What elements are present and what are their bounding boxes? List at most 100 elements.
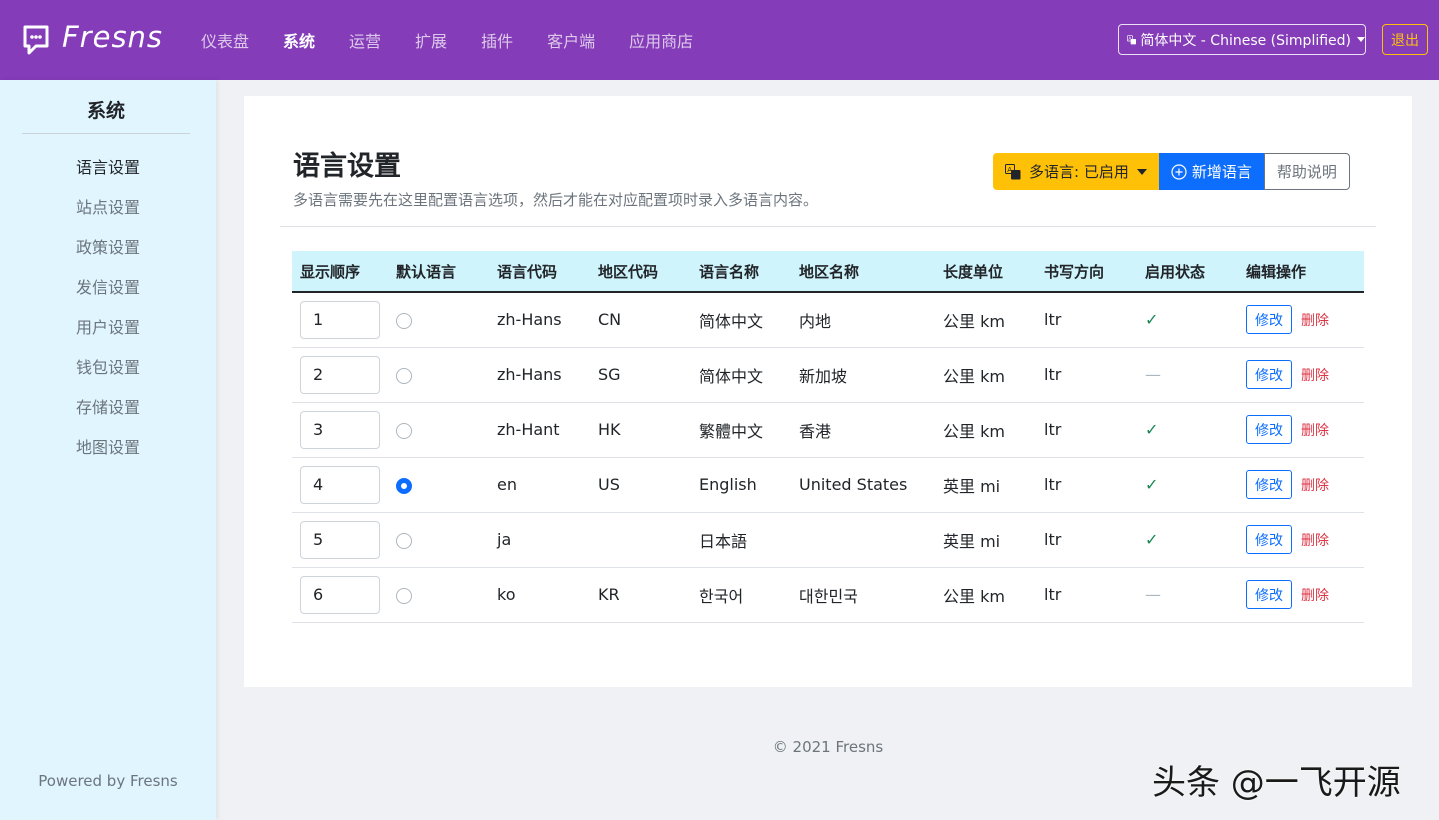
display-order-input[interactable]: 5 <box>300 520 380 559</box>
table-row: 3 zh-Hant HK 繁體中文 香港 公里 km ltr ✓ 修改 删除 <box>292 402 1364 458</box>
nav-clients[interactable]: 客户端 <box>547 28 595 52</box>
actions-cell: 修改 删除 <box>1238 567 1364 623</box>
sidebar-item-policy[interactable]: 政策设置 <box>0 235 216 275</box>
nav-plugins[interactable]: 插件 <box>481 28 513 52</box>
footer-copyright: © 2021 Fresns <box>772 738 884 756</box>
status-cell: ✓ <box>1137 402 1238 458</box>
default-language-radio[interactable] <box>396 367 412 384</box>
sidebar-item-site[interactable]: 站点设置 <box>0 195 216 235</box>
display-order-input[interactable]: 3 <box>300 410 380 449</box>
nav-dashboard[interactable]: 仪表盘 <box>201 28 249 52</box>
nav-extension[interactable]: 扩展 <box>415 28 447 52</box>
language-code-cell: ja <box>489 512 590 568</box>
check-icon: ✓ <box>1145 420 1159 439</box>
display-order-value: 5 <box>313 530 324 549</box>
sidebar-item-language[interactable]: 语言设置 <box>0 155 216 195</box>
language-select[interactable]: A 简体中文 - Chinese (Simplified) <box>1118 24 1366 55</box>
length-unit-cell: 公里 km <box>935 402 1036 458</box>
length-unit-cell: 公里 km <box>935 347 1036 403</box>
edit-button[interactable]: 修改 <box>1246 305 1292 335</box>
default-language-radio[interactable] <box>396 422 412 439</box>
delete-button[interactable]: 删除 <box>1301 533 1329 549</box>
svg-text:A: A <box>1128 36 1131 41</box>
edit-button[interactable]: 修改 <box>1246 580 1292 609</box>
default-language-radio[interactable] <box>396 532 412 549</box>
language-select-label: 简体中文 - Chinese (Simplified) <box>1140 32 1351 49</box>
action-button-group: A 多语言: 已启用 新增语言 帮助说明 <box>993 153 1350 190</box>
column-header: 显示顺序 <box>292 251 388 293</box>
check-icon: ✓ <box>1145 475 1159 494</box>
order-cell: 3 <box>292 402 388 458</box>
edit-button[interactable]: 修改 <box>1246 525 1292 554</box>
sidebar-item-wallet[interactable]: 钱包设置 <box>0 355 216 395</box>
default-cell <box>388 292 489 348</box>
language-code-cell: zh-Hant <box>489 402 590 458</box>
delete-button[interactable]: 删除 <box>1301 368 1329 384</box>
area-name-cell: 内地 <box>791 292 935 348</box>
order-cell: 4 <box>292 457 388 513</box>
sidebar: 系统 语言设置 站点设置 政策设置 发信设置 用户设置 钱包设置 存储设置 地图… <box>0 80 216 820</box>
writing-direction-cell: ltr <box>1036 457 1137 513</box>
edit-button[interactable]: 修改 <box>1246 360 1292 389</box>
language-code-cell: zh-Hans <box>489 292 590 348</box>
display-order-value: 3 <box>313 420 324 439</box>
display-order-input[interactable]: 2 <box>300 355 380 394</box>
page-title: 语言设置 <box>293 151 401 182</box>
column-header: 长度单位 <box>935 251 1036 293</box>
actions-cell: 修改 删除 <box>1238 292 1364 348</box>
multi-language-dropdown-button[interactable]: A 多语言: 已启用 <box>993 153 1159 190</box>
sidebar-item-user[interactable]: 用户设置 <box>0 315 216 355</box>
svg-text:A: A <box>1007 166 1012 174</box>
sidebar-item-map[interactable]: 地图设置 <box>0 435 216 475</box>
language-name-cell: 繁體中文 <box>691 402 791 458</box>
default-cell <box>388 512 489 568</box>
powered-by-text: Powered by Fresns <box>38 772 178 790</box>
default-cell <box>388 567 489 623</box>
display-order-input[interactable]: 6 <box>300 575 380 614</box>
nav-system[interactable]: 系统 <box>283 28 315 52</box>
area-code-cell: CN <box>590 292 691 348</box>
display-order-input[interactable]: 4 <box>300 465 380 504</box>
writing-direction-cell: ltr <box>1036 512 1137 568</box>
delete-button[interactable]: 删除 <box>1301 588 1329 604</box>
delete-button[interactable]: 删除 <box>1301 423 1329 439</box>
actions-cell: 修改 删除 <box>1238 402 1364 458</box>
sidebar-item-storage[interactable]: 存储设置 <box>0 395 216 435</box>
length-unit-cell: 英里 mi <box>935 512 1036 568</box>
logout-button[interactable]: 退出 <box>1382 24 1428 55</box>
language-name-cell: 简体中文 <box>691 347 791 403</box>
nav-app-store[interactable]: 应用商店 <box>629 28 693 52</box>
display-order-value: 4 <box>313 475 324 494</box>
status-cell: — <box>1137 567 1238 623</box>
default-language-radio[interactable] <box>396 312 412 329</box>
watermark: 头条 @一飞开源 <box>1152 763 1401 803</box>
delete-button[interactable]: 删除 <box>1301 478 1329 494</box>
chevron-down-icon <box>1357 37 1365 42</box>
column-header: 语言名称 <box>691 251 791 293</box>
nav-operation[interactable]: 运营 <box>349 28 381 52</box>
area-code-cell: US <box>590 457 691 513</box>
area-name-cell <box>791 512 935 568</box>
edit-button[interactable]: 修改 <box>1246 470 1292 499</box>
display-order-value: 6 <box>313 585 324 604</box>
order-cell: 2 <box>292 347 388 403</box>
language-name-cell: 简体中文 <box>691 292 791 348</box>
order-cell: 6 <box>292 567 388 623</box>
default-cell <box>388 402 489 458</box>
page-description: 多语言需要先在这里配置语言选项，然后才能在对应配置项时录入多语言内容。 <box>293 191 819 209</box>
column-header: 语言代码 <box>489 251 590 293</box>
writing-direction-cell: ltr <box>1036 292 1137 348</box>
help-button[interactable]: 帮助说明 <box>1263 153 1350 190</box>
top-navbar: Fresns 仪表盘 系统 运营 扩展 插件 客户端 应用商店 A 简体中文 -… <box>0 0 1439 80</box>
edit-button[interactable]: 修改 <box>1246 415 1292 444</box>
default-language-radio[interactable] <box>396 477 412 494</box>
brand-name[interactable]: Fresns <box>62 20 163 54</box>
sidebar-item-send[interactable]: 发信设置 <box>0 275 216 315</box>
area-name-cell: United States <box>791 457 935 513</box>
status-cell: — <box>1137 347 1238 403</box>
column-header: 书写方向 <box>1036 251 1137 293</box>
display-order-input[interactable]: 1 <box>300 300 380 339</box>
default-language-radio[interactable] <box>396 587 412 604</box>
delete-button[interactable]: 删除 <box>1301 313 1329 329</box>
add-language-button[interactable]: 新增语言 <box>1158 153 1264 190</box>
